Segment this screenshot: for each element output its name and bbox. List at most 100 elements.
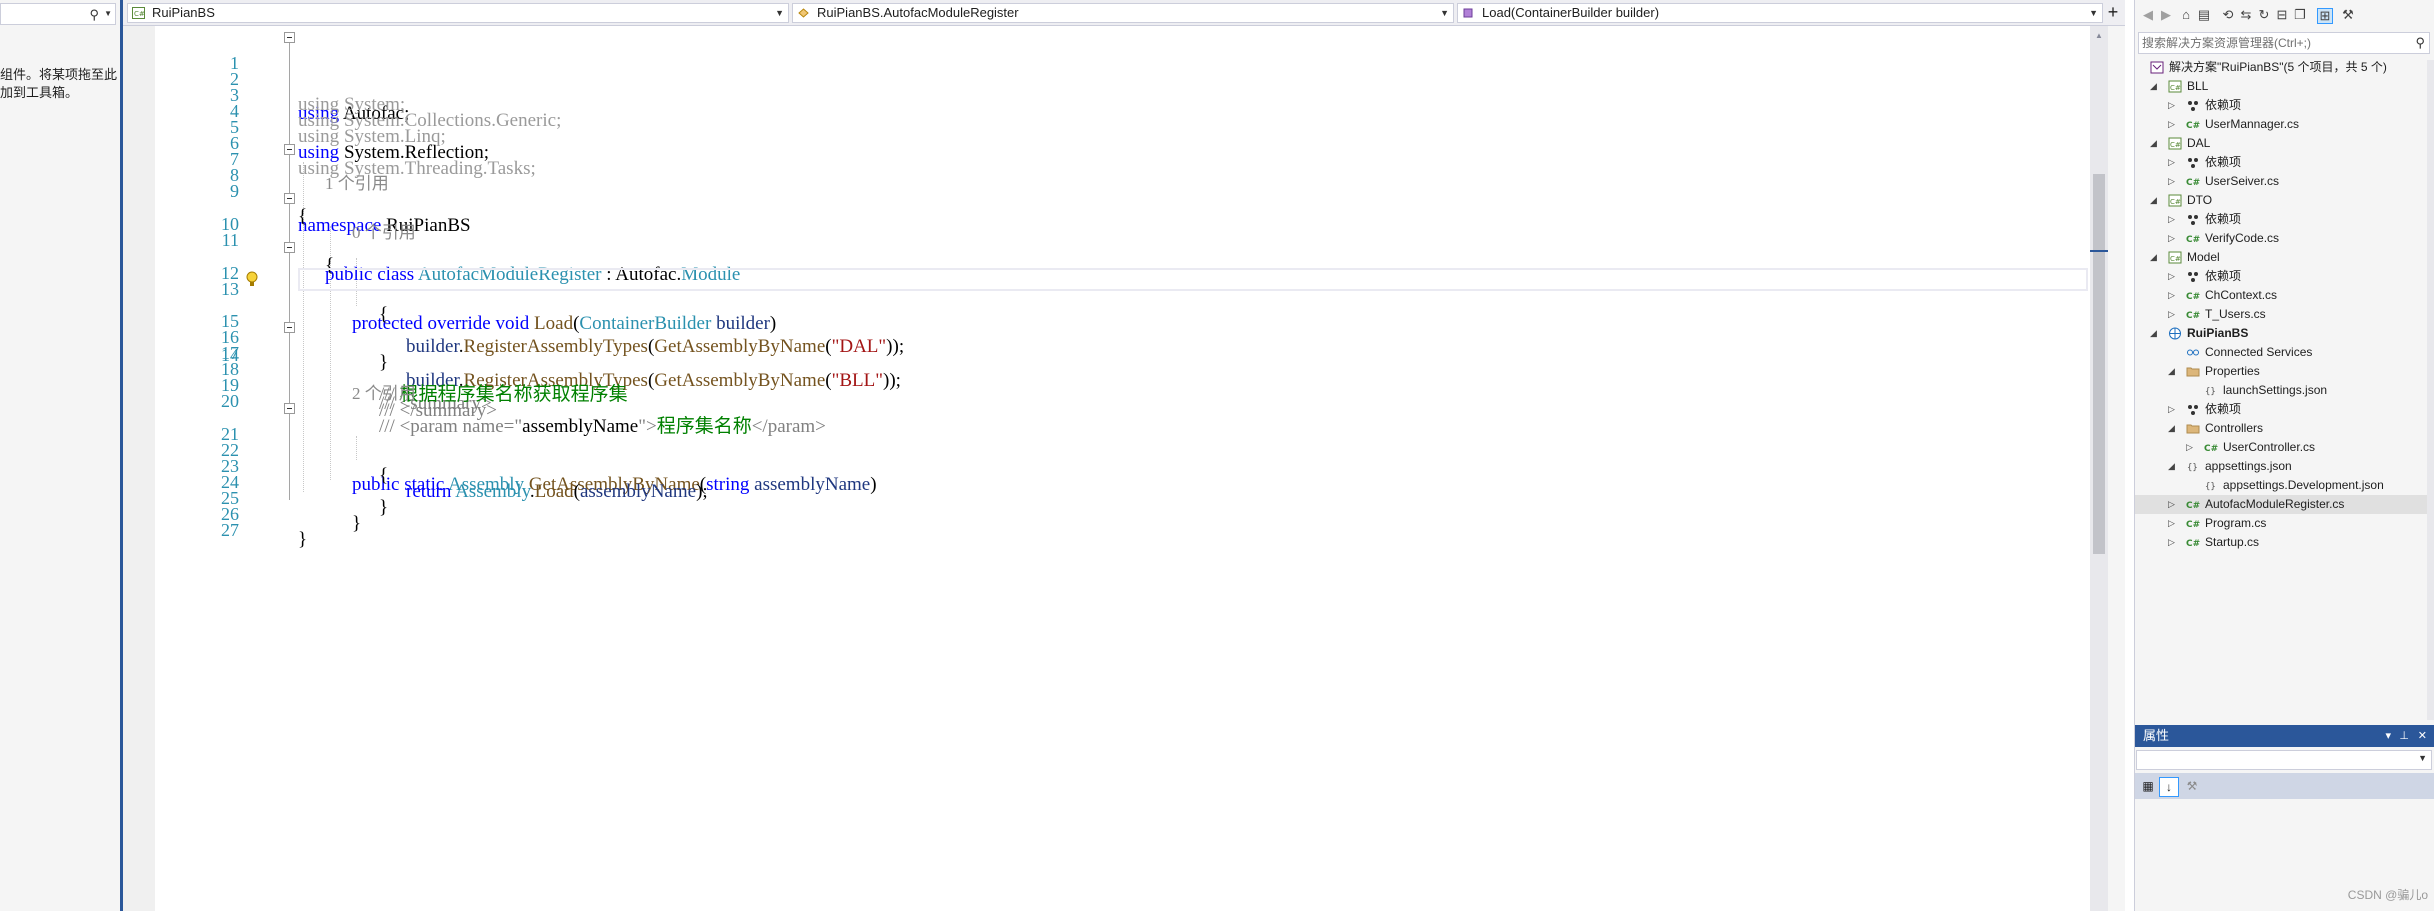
forward-icon[interactable]: ▶ (2159, 8, 2173, 22)
code-editor[interactable]: C# RuiPianBS ▼ RuiPianBS.AutofacModuleRe… (123, 0, 2125, 911)
preview-selected-icon[interactable]: ⊞ (2317, 8, 2333, 24)
tree-file[interactable]: {} appsettings.Development.json (2135, 476, 2427, 495)
toolbox-search-input[interactable]: ⚲ ▼ (0, 3, 116, 25)
properties-object-selector[interactable]: ▼ (2136, 750, 2432, 770)
tree-item-label: 依赖项 (2205, 98, 2242, 112)
expanded-icon[interactable]: ◢ (2150, 77, 2160, 96)
expanded-icon[interactable]: ◢ (2168, 419, 2178, 438)
csharp-file-icon: C# (2186, 311, 2200, 321)
collapsed-icon[interactable]: ▷ (2168, 533, 2178, 552)
tree-dependencies[interactable]: ▷ 依赖项 (2135, 267, 2427, 286)
sync-icon[interactable]: ⇆ (2239, 8, 2253, 22)
tree-file[interactable]: ▷ C# Program.cs (2135, 514, 2427, 533)
collapsed-icon[interactable]: ▷ (2168, 305, 2178, 324)
tree-file[interactable]: {} launchSettings.json (2135, 381, 2427, 400)
collapsed-icon[interactable]: ▷ (2168, 286, 2178, 305)
expanded-icon[interactable]: ◢ (2168, 457, 2178, 476)
collapsed-icon[interactable]: ▷ (2168, 514, 2178, 533)
tree-dependencies[interactable]: ▷ 依赖项 (2135, 96, 2427, 115)
collapsed-icon[interactable]: ▷ (2168, 267, 2178, 286)
show-all-files-icon[interactable]: ❐ (2293, 8, 2307, 22)
tree-dependencies[interactable]: ▷ 依赖项 (2135, 210, 2427, 229)
refresh-icon[interactable]: ↻ (2257, 8, 2271, 22)
tree-project[interactable]: ◢ C# Model (2135, 248, 2427, 267)
tree-item-label: T_Users.cs (2205, 307, 2266, 321)
close-icon[interactable]: ✕ (2418, 725, 2427, 747)
back-icon[interactable]: ◀ (2141, 8, 2155, 22)
split-window-button[interactable]: + (2103, 2, 2123, 22)
expanded-icon[interactable]: ◢ (2150, 134, 2160, 153)
csharp-file-icon: C# (2204, 444, 2218, 454)
scroll-up-icon[interactable]: ▲ (2095, 31, 2103, 40)
collapsed-icon[interactable]: ▷ (2186, 438, 2196, 457)
scrollbar-thumb[interactable] (2093, 174, 2105, 554)
expanded-icon[interactable]: ◢ (2150, 324, 2160, 343)
csharp-file-icon: C# (2186, 121, 2200, 131)
home-icon[interactable]: ⌂ (2179, 8, 2193, 22)
code-area[interactable]: 1 using Autofac; 2 using System; 3 using… (155, 26, 2090, 911)
svg-text:C#: C# (2170, 198, 2181, 206)
tree-file[interactable]: ▷ C# ChContext.cs (2135, 286, 2427, 305)
tree-file[interactable]: ▷ C# UserSeiver.cs (2135, 172, 2427, 191)
toolbox-empty-hint: 组件。将某项拖至此 加到工具箱。 (0, 67, 118, 100)
expanded-icon[interactable]: ◢ (2150, 248, 2160, 267)
collapsed-icon[interactable]: ▷ (2168, 115, 2178, 134)
search-icon[interactable]: ⚲ (89, 7, 99, 23)
tree-dependencies[interactable]: ▷ 依赖项 (2135, 400, 2427, 419)
switch-views-icon[interactable]: ▤ (2197, 8, 2211, 22)
collapsed-icon[interactable]: ▷ (2168, 210, 2178, 229)
project-dropdown[interactable]: C# RuiPianBS ▼ (127, 3, 789, 23)
tree-connected-services[interactable]: Connected Services (2135, 343, 2427, 362)
tree-folder[interactable]: ◢ Controllers (2135, 419, 2427, 438)
chevron-down-icon[interactable]: ▼ (104, 9, 112, 18)
property-pages-icon[interactable]: ⚒ (2183, 777, 2201, 795)
categorized-icon[interactable]: ▦ (2139, 777, 2157, 795)
editor-vertical-scrollbar[interactable]: ▲ (2090, 26, 2108, 911)
tree-project[interactable]: ◢ C# BLL (2135, 77, 2427, 96)
tree-file[interactable]: ◢ {} appsettings.json (2135, 457, 2427, 476)
collapsed-icon[interactable]: ▷ (2168, 495, 2178, 514)
tree-file[interactable]: ▷ C# UserMannager.cs (2135, 115, 2427, 134)
folder-icon (2186, 424, 2200, 434)
collapsed-icon[interactable]: ▷ (2168, 96, 2178, 115)
tree-item-label: Startup.cs (2205, 535, 2260, 549)
chevron-down-icon[interactable]: ▼ (2418, 753, 2427, 763)
tree-dependencies[interactable]: ▷ 依赖项 (2135, 153, 2427, 172)
collapsed-icon[interactable]: ▷ (2168, 153, 2178, 172)
tree-solution[interactable]: 解决方案"RuiPianBS"(5 个项目，共 5 个) (2135, 58, 2427, 77)
collapsed-icon[interactable]: ▷ (2168, 172, 2178, 191)
chevron-down-icon[interactable]: ▼ (2089, 4, 2098, 22)
type-dropdown[interactable]: RuiPianBS.AutofacModuleRegister ▼ (792, 3, 1454, 23)
member-dropdown[interactable]: Load(ContainerBuilder builder) ▼ (1457, 3, 2103, 23)
tree-file[interactable]: ▷ C# VerifyCode.cs (2135, 229, 2427, 248)
chevron-down-icon[interactable]: ▼ (775, 4, 784, 22)
tree-file[interactable]: ▷ C# Startup.cs (2135, 533, 2427, 552)
tree-file[interactable]: ▷ C# UserController.cs (2135, 438, 2427, 457)
tree-project[interactable]: ◢ C# DAL (2135, 134, 2427, 153)
solution-explorer-toolbar: ◀ ▶ ⌂ ▤ ⟲ ⇆ ↻ ⊟ ❐ ⊞ ⚒ (2135, 4, 2434, 28)
tree-item-label: DTO (2187, 193, 2213, 207)
tree-project[interactable]: ◢ C# DTO (2135, 191, 2427, 210)
window-menu-icon[interactable]: ▾ (2385, 725, 2391, 747)
expanded-icon[interactable]: ◢ (2150, 191, 2160, 210)
collapsed-icon[interactable]: ▷ (2168, 229, 2178, 248)
solution-search-input[interactable]: 搜索解决方案资源管理器(Ctrl+;) ⚲ (2138, 32, 2430, 54)
search-icon[interactable]: ⚲ (2415, 33, 2425, 53)
pending-changes-icon[interactable]: ⟲ (2221, 8, 2235, 22)
chevron-down-icon[interactable]: ▼ (1440, 4, 1449, 22)
tree-folder[interactable]: ◢ Properties (2135, 362, 2427, 381)
tree-item-label: UserSeiver.cs (2205, 174, 2280, 188)
tree-file[interactable]: ▷ C# T_Users.cs (2135, 305, 2427, 324)
properties-icon[interactable]: ⚒ (2341, 8, 2355, 22)
tree-project-startup[interactable]: ◢ RuiPianBS (2135, 324, 2427, 343)
tree-file-selected[interactable]: ▷ C# AutofacModuleRegister.cs (2135, 495, 2427, 514)
pin-icon[interactable]: ⊥ (2399, 725, 2409, 747)
solution-explorer-scrollbar[interactable] (2427, 60, 2434, 720)
dependencies-icon (2188, 215, 2198, 225)
collapsed-icon[interactable]: ▷ (2168, 400, 2178, 419)
collapse-all-icon[interactable]: ⊟ (2275, 8, 2289, 22)
expanded-icon[interactable]: ◢ (2168, 362, 2178, 381)
watermark: CSDN @骗儿o (2347, 888, 2428, 902)
alphabetical-icon[interactable]: ↓ (2159, 777, 2179, 797)
json-file-icon: {} (2187, 463, 2198, 473)
